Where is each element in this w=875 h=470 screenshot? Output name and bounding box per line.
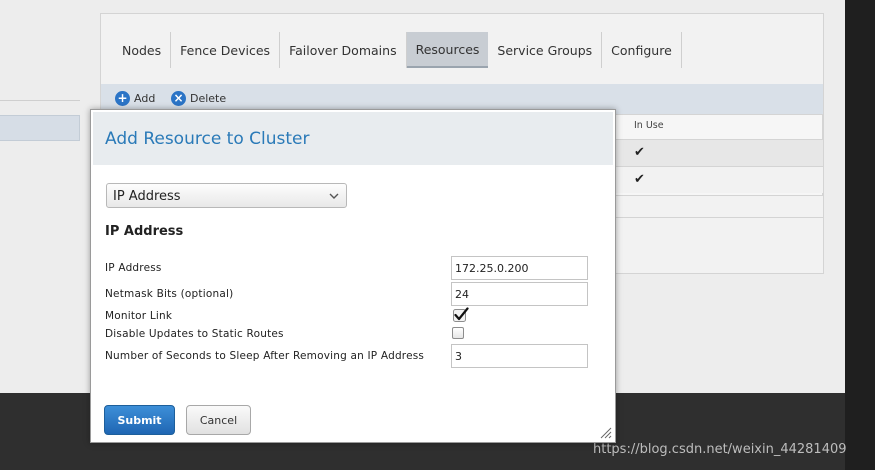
ip-address-input[interactable] [451,256,588,280]
plus-icon: + [115,91,130,106]
table-row[interactable]: ✔ [614,166,823,193]
ip-address-label: IP Address [105,262,162,274]
netmask-bits-input[interactable] [451,282,588,306]
background-sidebar-divider [0,100,80,101]
dialog-title: Add Resource to Cluster [105,129,310,149]
background-tab-bar: Nodes Fence Devices Failover Domains Res… [113,32,682,68]
resource-type-selected: IP Address [113,189,181,204]
watermark-text: https://blog.csdn.net/weixin_44281409 [593,442,847,457]
tab-fence-devices[interactable]: Fence Devices [171,32,281,68]
sleep-seconds-input[interactable] [451,344,588,368]
background-sidebar-selected-item [0,115,80,141]
tab-resources[interactable]: Resources [406,32,489,68]
cancel-button[interactable]: Cancel [186,405,251,435]
background-scroll-strip [845,0,875,470]
add-resource-dialog: Add Resource to Cluster IP Address IP Ad… [90,109,616,443]
resource-type-select[interactable]: IP Address [106,183,347,208]
checkmark-icon: ✔ [634,172,645,187]
resize-grip-icon[interactable] [600,427,612,439]
submit-button[interactable]: Submit [104,405,175,435]
tab-failover-domains[interactable]: Failover Domains [280,32,407,68]
background-detail-box [614,217,824,274]
disable-updates-label: Disable Updates to Static Routes [105,328,284,340]
in-use-column-header: In Use [634,120,664,131]
sleep-seconds-label: Number of Seconds to Sleep After Removin… [105,350,425,362]
section-title: IP Address [105,224,184,239]
tab-service-groups[interactable]: Service Groups [488,32,603,68]
netmask-bits-label: Netmask Bits (optional) [105,288,234,300]
delete-label: Delete [190,92,227,105]
add-resource-button[interactable]: + Add [115,91,155,106]
checkmark-icon: ✔ [634,145,645,160]
monitor-link-checkbox[interactable] [453,307,469,323]
chevron-down-icon [329,193,339,199]
table-row[interactable]: ✔ [614,139,823,166]
close-icon: × [171,91,186,106]
dialog-header: Add Resource to Cluster [93,112,613,165]
delete-resource-button[interactable]: × Delete [171,91,226,106]
tab-nodes[interactable]: Nodes [113,32,172,68]
disable-updates-checkbox[interactable] [452,327,464,339]
tab-configure[interactable]: Configure [602,32,682,68]
add-label: Add [134,92,156,105]
monitor-link-label: Monitor Link [105,310,173,322]
